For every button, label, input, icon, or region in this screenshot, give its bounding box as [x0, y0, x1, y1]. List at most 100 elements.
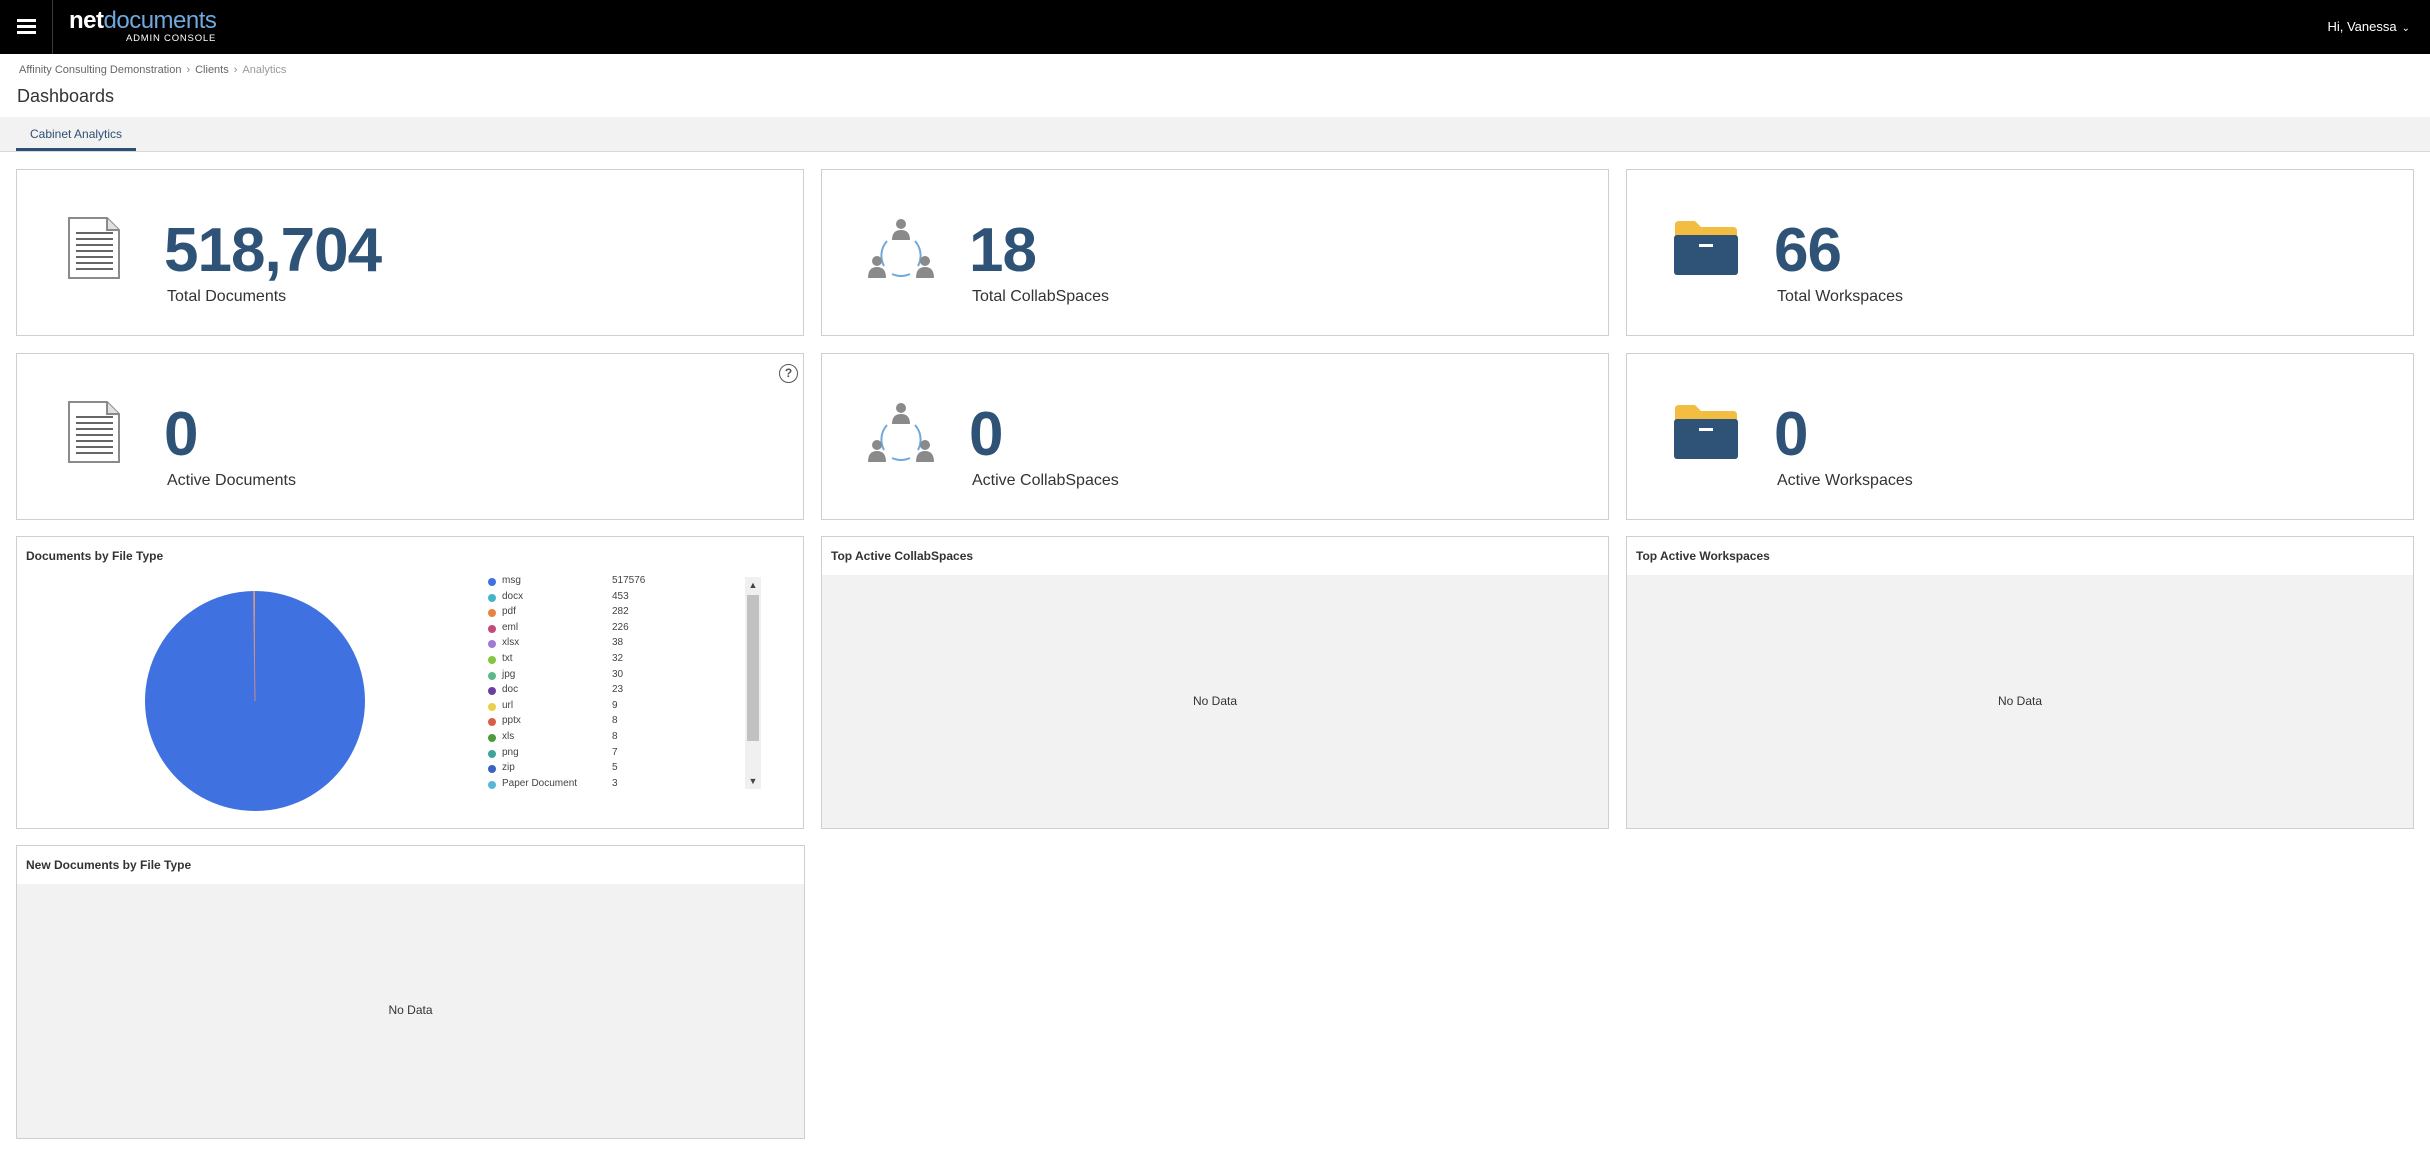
stat-value: 0 — [1774, 400, 1808, 469]
legend-item-pdf[interactable]: pdf 282 — [488, 606, 738, 621]
legend-value: 8 — [612, 715, 618, 727]
legend-item-txt[interactable]: txt 32 — [488, 653, 738, 668]
legend-item-msg[interactable]: msg 517576 — [488, 575, 738, 590]
stat-label: Total CollabSpaces — [972, 288, 1109, 305]
legend-value: 517576 — [612, 575, 646, 586]
stat-card-active-collabspaces: 0 Active CollabSpaces — [821, 353, 1609, 520]
stat-card-total-documents: 518,704 Total Documents — [16, 169, 804, 336]
stat-value: 518,704 — [164, 216, 382, 285]
tab-cabinet-analytics[interactable]: Cabinet Analytics — [16, 117, 137, 151]
legend-label: doc — [502, 684, 519, 696]
legend-item-eml[interactable]: eml 226 — [488, 622, 738, 637]
pie-legend: msg 517576 docx 453 pdf 282 eml 226 xlsx 38 txt 32 j… — [488, 575, 748, 789]
legend-item-jpg[interactable]: jpg 30 — [488, 669, 738, 684]
legend-value: 9 — [612, 699, 618, 711]
chevron-down-icon: ⌄ — [2401, 23, 2410, 34]
brand-subtitle: ADMIN CONSOLE — [126, 33, 217, 44]
legend-value: 32 — [612, 653, 624, 664]
legend-label: zip — [502, 762, 515, 774]
scroll-up-icon[interactable]: ▲ — [745, 577, 761, 593]
breadcrumb-item-cabinet[interactable]: Affinity Consulting Demonstration — [19, 64, 181, 76]
legend-label: xlsx — [502, 637, 520, 649]
legend-label: pdf — [502, 606, 516, 618]
legend-swatch — [488, 702, 496, 711]
legend-label: png — [502, 746, 519, 758]
panel-title: Top Active Workspaces — [1636, 549, 1770, 563]
panel-body: No Data — [822, 575, 1608, 828]
legend-value: 5 — [612, 762, 618, 774]
legend-swatch — [488, 687, 496, 696]
legend-swatch — [488, 609, 496, 618]
document-icon — [68, 217, 120, 279]
document-icon — [68, 401, 120, 463]
legend-swatch — [488, 718, 496, 727]
stat-card-total-workspaces: 66 Total Workspaces — [1626, 169, 2414, 336]
legend-item-doc[interactable]: doc 23 — [488, 684, 738, 699]
top-divider — [52, 0, 53, 54]
workspace-folder-icon — [1674, 221, 1738, 275]
no-data-message: No Data — [1192, 693, 1238, 708]
stat-label: Total Documents — [167, 288, 287, 305]
legend-item-paper-document[interactable]: Paper Document 3 — [488, 778, 738, 789]
legend-item-docx[interactable]: docx 453 — [488, 591, 738, 606]
panel-body: No Data — [17, 884, 804, 1138]
legend-item-png[interactable]: png 7 — [488, 747, 738, 762]
brand-name: netdocuments — [69, 7, 217, 34]
stat-label: Active Documents — [167, 472, 296, 489]
legend-label: jpg — [502, 668, 516, 680]
legend-swatch — [488, 734, 496, 742]
legend-value: 23 — [612, 684, 624, 696]
legend-item-xls[interactable]: xls 8 — [488, 731, 738, 746]
panel-top-active-collabspaces: Top Active CollabSpaces No Data — [821, 536, 1609, 829]
pie-chart — [145, 590, 365, 811]
help-icon[interactable]: ? — [779, 364, 798, 383]
user-menu[interactable]: Hi, Vanessa ⌄ — [2327, 19, 2410, 34]
legend-item-xlsx[interactable]: xlsx 38 — [488, 637, 738, 652]
no-data-message: No Data — [1997, 693, 2043, 708]
legend-value: 30 — [612, 668, 624, 680]
stat-value: 18 — [969, 216, 1037, 285]
stat-value: 66 — [1774, 216, 1842, 285]
page-title: Dashboards — [17, 86, 115, 106]
legend-swatch — [488, 780, 496, 789]
user-greeting: Hi, Vanessa — [2327, 19, 2397, 34]
legend-value: 38 — [612, 637, 624, 649]
legend-value: 8 — [612, 731, 618, 742]
legend-swatch — [488, 765, 496, 774]
stat-value: 0 — [164, 400, 198, 469]
legend-swatch — [488, 593, 496, 602]
collabspace-icon — [868, 403, 934, 462]
panel-title: Top Active CollabSpaces — [831, 549, 974, 563]
panel-body: No Data — [1627, 575, 2413, 828]
legend-swatch — [488, 671, 496, 680]
brand-logo[interactable]: netdocuments ADMIN CONSOLE — [69, 7, 217, 45]
collabspace-icon — [868, 219, 934, 278]
legend-value: 453 — [612, 590, 629, 602]
legend-item-zip[interactable]: zip 5 — [488, 762, 738, 777]
scroll-down-icon[interactable]: ▼ — [745, 773, 761, 789]
legend-item-pptx[interactable]: pptx 8 — [488, 715, 738, 730]
panel-title: New Documents by File Type — [26, 858, 192, 872]
tabs-bar: Cabinet Analytics — [0, 117, 2430, 152]
panel-top-active-workspaces: Top Active Workspaces No Data — [1626, 536, 2414, 829]
breadcrumb-current: Analytics — [242, 64, 287, 76]
legend-swatch — [488, 749, 496, 758]
legend-value: 282 — [612, 606, 629, 618]
legend-item-url[interactable]: url 9 — [488, 700, 738, 715]
legend-label: Paper Document — [502, 777, 578, 789]
legend-label: txt — [502, 653, 513, 664]
legend-value: 7 — [612, 746, 618, 758]
menu-icon[interactable] — [17, 17, 36, 36]
legend-label: msg — [502, 575, 521, 586]
legend-label: eml — [502, 621, 519, 633]
stat-label: Active CollabSpaces — [972, 472, 1119, 489]
stat-label: Total Workspaces — [1777, 288, 1903, 305]
panel-documents-by-file-type: Documents by File Type msg 517576 docx 453 p… — [16, 536, 804, 829]
legend-scrollbar[interactable]: ▲ ▼ — [745, 577, 761, 789]
legend-value: 3 — [612, 777, 618, 789]
stat-card-total-collabspaces: 18 Total CollabSpaces — [821, 169, 1609, 336]
no-data-message: No Data — [388, 1003, 433, 1017]
legend-swatch — [488, 578, 496, 586]
scroll-thumb[interactable] — [747, 595, 759, 741]
breadcrumb-item-clients[interactable]: Clients — [195, 64, 229, 76]
